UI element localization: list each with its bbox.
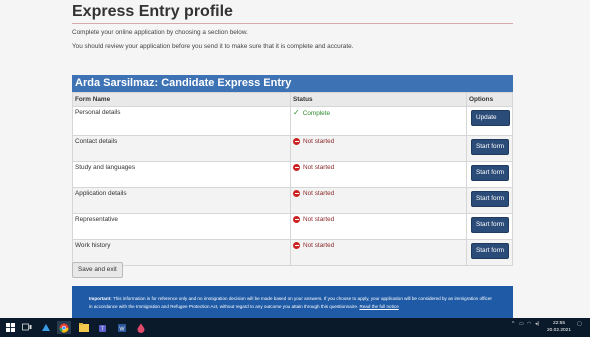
teams-icon[interactable]: T — [96, 321, 110, 334]
app-icon-drop[interactable] — [134, 321, 148, 334]
options-cell: Update form — [466, 106, 513, 136]
status-label: Not started — [303, 190, 335, 197]
update-form-button[interactable]: Update form — [471, 110, 510, 135]
table-row: Contact details Not started Start form — [72, 135, 513, 162]
task-view-icon[interactable] — [20, 321, 34, 334]
status-label: Not started — [303, 138, 335, 145]
status-cell: Not started — [290, 187, 467, 214]
status-cell: ✓ Complete — [290, 106, 467, 136]
options-cell: Start form — [466, 161, 513, 188]
status-cell: Not started — [290, 161, 467, 188]
status-label: Not started — [303, 242, 335, 249]
no-entry-icon — [293, 242, 300, 249]
svg-text:W: W — [119, 326, 125, 332]
system-clock[interactable]: 22:55 20.02.2021 — [544, 320, 574, 334]
column-header-status: Status — [290, 92, 467, 107]
form-name: Application details — [72, 187, 291, 214]
title-divider — [72, 23, 513, 24]
windows-start-icon[interactable] — [3, 321, 17, 334]
chrome-icon[interactable] — [57, 321, 71, 334]
start-form-button[interactable]: Start form — [471, 217, 510, 233]
column-header-form-name: Form Name — [72, 92, 291, 107]
status-label: Complete — [302, 109, 331, 117]
start-form-button[interactable]: Start form — [471, 165, 510, 181]
no-entry-icon — [293, 164, 300, 171]
status-not-started: Not started — [293, 216, 464, 223]
table-header-row: Form Name Status Options — [72, 92, 513, 107]
notice-label: Important: — [89, 296, 112, 301]
checkmark-icon: ✓ — [293, 108, 300, 117]
notice-text: This information is for reference only a… — [89, 296, 492, 309]
start-form-button[interactable]: Start form — [471, 191, 510, 207]
status-not-started: Not started — [293, 242, 464, 249]
options-cell: Start form — [466, 135, 513, 162]
intro-text: Complete your online application by choo… — [72, 29, 248, 36]
options-cell: Start form — [466, 213, 513, 240]
read-full-notice-link[interactable]: Read the full notice — [359, 304, 398, 309]
column-header-options: Options — [466, 92, 513, 107]
clock-date: 20.02.2021 — [546, 328, 571, 333]
chevron-up-icon[interactable]: ^ — [512, 321, 514, 327]
word-icon[interactable]: W — [115, 321, 129, 334]
table-row: Application details Not started Start fo… — [72, 187, 513, 214]
windows-taskbar: T W ^ ▭ ◠ ◂) 22:55 20.02.2021 ▢ — [0, 318, 590, 337]
start-form-button[interactable]: Start form — [471, 243, 510, 259]
options-cell: Start form — [466, 239, 513, 266]
no-entry-icon — [293, 216, 300, 223]
review-text: You should review your application befor… — [72, 43, 354, 50]
no-entry-icon — [293, 138, 300, 145]
save-and-exit-button[interactable]: Save and exit — [72, 262, 123, 278]
status-not-started: Not started — [293, 164, 464, 171]
status-cell: Not started — [290, 213, 467, 240]
form-name: Representative — [72, 213, 291, 240]
volume-icon[interactable]: ◂) — [535, 321, 539, 327]
form-name: Study and languages — [72, 161, 291, 188]
start-form-button[interactable]: Start form — [471, 139, 510, 155]
status-not-started: Not started — [293, 190, 464, 197]
table-row: Work history Not started Start form — [72, 239, 513, 266]
status-not-started: Not started — [293, 138, 464, 145]
status-cell: Not started — [290, 239, 467, 266]
sections-table: Form Name Status Options Personal detail… — [72, 92, 513, 266]
network-icon[interactable]: ▭ — [519, 321, 524, 327]
status-complete: ✓ Complete — [293, 109, 464, 117]
status-label: Not started — [303, 164, 335, 171]
svg-text:T: T — [101, 326, 104, 332]
panel-title: Arda Sarsilmaz: Candidate Express Entry — [72, 75, 513, 92]
form-name: Personal details — [72, 106, 291, 136]
options-cell: Start form — [466, 187, 513, 214]
table-row: Study and languages Not started Start fo… — [72, 161, 513, 188]
form-name: Contact details — [72, 135, 291, 162]
table-row: Representative Not started Start form — [72, 213, 513, 240]
file-explorer-icon[interactable] — [77, 321, 91, 334]
table-row: Personal details ✓ Complete Update form — [72, 106, 513, 136]
browser-page: Express Entry profile Complete your onli… — [0, 0, 590, 318]
page-title: Express Entry profile — [72, 3, 233, 20]
important-notice: Important: This information is for refer… — [72, 286, 513, 318]
status-label: Not started — [303, 216, 335, 223]
status-cell: Not started — [290, 135, 467, 162]
notifications-icon[interactable]: ▢ — [577, 321, 582, 327]
app-icon-blue[interactable] — [39, 321, 53, 334]
wifi-icon[interactable]: ◠ — [527, 321, 531, 327]
no-entry-icon — [293, 190, 300, 197]
clock-time: 22:55 — [552, 321, 565, 326]
